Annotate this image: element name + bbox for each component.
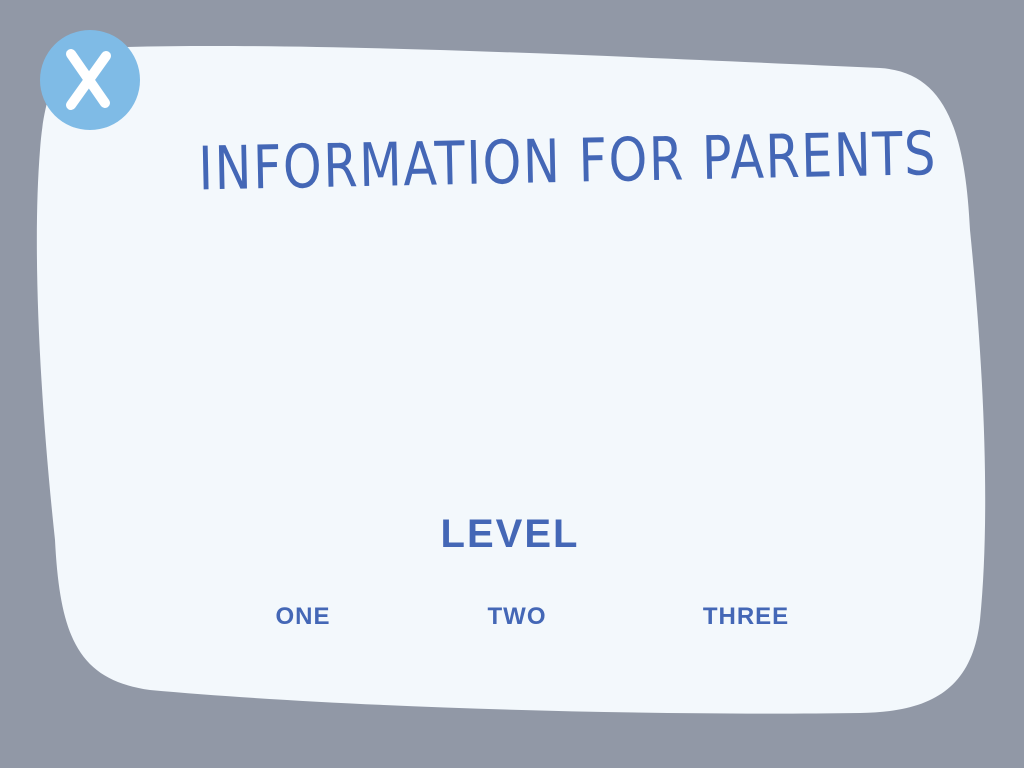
info-panel xyxy=(36,46,986,714)
level-heading: LEVEL xyxy=(440,512,580,556)
level-option-two[interactable]: TWO xyxy=(467,603,567,631)
level-option-one[interactable]: ONE xyxy=(253,603,353,631)
close-button[interactable] xyxy=(40,30,140,130)
page-title: INFORMATION FOR PARENTS xyxy=(197,119,938,205)
parents-info-screen: INFORMATION FOR PARENTS LEVEL ONE TWO TH… xyxy=(0,0,1024,768)
close-icon xyxy=(66,49,111,110)
level-option-three[interactable]: THREE xyxy=(686,603,806,631)
